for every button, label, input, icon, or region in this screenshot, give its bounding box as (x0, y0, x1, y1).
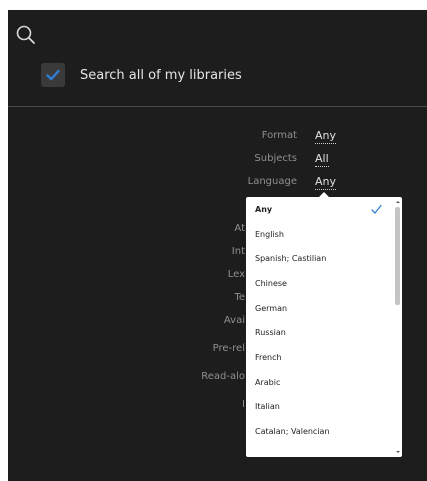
filter-label-partial: Read-alo (201, 371, 245, 382)
language-dropdown[interactable]: Any English Spanish; Castilian Chinese G… (246, 197, 402, 457)
filter-row-language: Language Any (8, 175, 427, 192)
language-option-label: Chinese (255, 278, 287, 288)
format-label: Format (261, 130, 297, 141)
language-option-label: Arabic (255, 377, 281, 387)
language-option[interactable]: Catalan; Valencian (246, 419, 392, 444)
check-icon (371, 204, 382, 214)
checkmark-icon (46, 69, 60, 81)
language-option[interactable]: Arabic (246, 370, 392, 395)
language-option-list: Any English Spanish; Castilian Chinese G… (246, 197, 392, 444)
format-value[interactable]: Any (315, 129, 337, 144)
language-option[interactable]: German (246, 296, 392, 321)
language-label: Language (247, 176, 297, 187)
language-option-label: English (255, 229, 284, 239)
language-option-label: Spanish; Castilian (255, 254, 327, 264)
language-option-label: Catalan; Valencian (255, 427, 330, 437)
language-option[interactable]: Any (246, 197, 392, 222)
filter-label-partial: At (234, 223, 245, 234)
language-option[interactable]: Italian (246, 395, 392, 420)
scroll-up-arrow-icon[interactable] (396, 201, 400, 203)
dropdown-scrollbar[interactable] (393, 197, 402, 457)
filter-label-partial: Avai (223, 315, 245, 326)
search-all-libraries-toggle[interactable]: Search all of my libraries (41, 61, 242, 89)
filter-label-partial: Pre-rel (212, 343, 245, 354)
scroll-down-arrow-icon[interactable] (396, 451, 400, 453)
language-option[interactable]: Russian (246, 320, 392, 345)
scrollbar-thumb[interactable] (395, 207, 400, 305)
filter-label-partial: Lex (227, 269, 245, 280)
search-all-libraries-label: Search all of my libraries (80, 67, 242, 83)
subjects-label: Subjects (254, 153, 297, 164)
language-option[interactable]: French (246, 345, 392, 370)
language-option-label: German (255, 303, 288, 313)
filter-label-partial: Te (234, 292, 245, 303)
subjects-value[interactable]: All (315, 152, 329, 167)
filter-label-partial: Int (231, 246, 245, 257)
language-option-label: Any (255, 204, 273, 214)
language-option-label: Italian (255, 402, 280, 412)
language-option[interactable]: Chinese (246, 271, 392, 296)
language-option-label: French (255, 352, 282, 362)
language-value[interactable]: Any (315, 175, 337, 190)
search-filter-panel: Search all of my libraries Format Any Su… (8, 10, 427, 481)
filter-row-format: Format Any (8, 129, 427, 146)
filter-label-partial: I (242, 399, 245, 410)
language-option-label: Russian (255, 328, 286, 338)
search-all-libraries-checkbox[interactable] (41, 63, 65, 87)
language-option[interactable]: English (246, 222, 392, 247)
language-option[interactable]: Spanish; Castilian (246, 246, 392, 271)
search-icon[interactable] (15, 24, 37, 46)
filter-row-subjects: Subjects All (8, 152, 427, 169)
divider (8, 106, 427, 107)
